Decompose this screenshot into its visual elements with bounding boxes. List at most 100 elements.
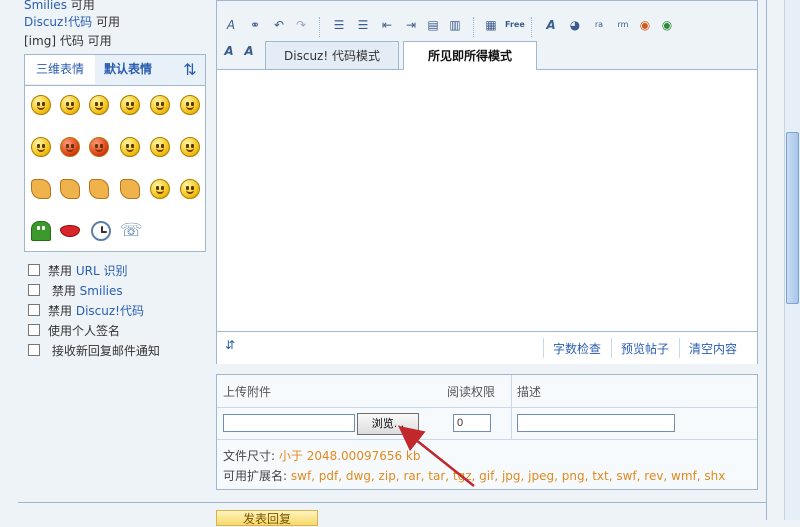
toolbar-divider [473,17,475,37]
ext-value: swf, pdf, dwg, zip, rar, tar, tgz, gif, … [290,469,726,483]
flash-icon[interactable]: ◉ [659,17,675,33]
yawn-icon[interactable] [31,137,51,157]
phone-icon[interactable]: ☏ [120,221,143,241]
editor-content-area[interactable] [217,70,757,330]
real-audio-icon[interactable]: ra [591,17,607,33]
surprised-icon[interactable] [150,137,170,157]
media-player-icon[interactable]: ◉ [637,17,653,33]
table-icon[interactable]: ▦ [483,17,499,33]
option-disable-smilies[interactable]: 禁用 Smilies [28,282,123,299]
extensions-info: 可用扩展名: swf, pdf, dwg, zip, rar, tar, tgz… [223,467,725,484]
checkbox[interactable] [28,264,40,276]
browse-button[interactable]: 浏览... [357,413,419,435]
font-size-icon[interactable]: A [221,43,237,59]
check-length-link[interactable]: 字数检查 [553,340,601,357]
sad-icon[interactable] [60,95,80,115]
font-face-icon[interactable]: A [241,43,257,59]
big-smile-icon[interactable] [180,179,200,199]
laugh-icon[interactable] [120,95,140,115]
option-email-notify[interactable]: 接收新回复邮件通知 [28,342,160,359]
qq-icon[interactable]: ◕ [567,17,583,33]
sweat-icon[interactable] [150,179,170,199]
size-value: 小于 2048.00097656 kb [278,449,421,463]
checkbox[interactable] [28,304,40,316]
person-icon[interactable] [31,221,51,241]
shout-icon[interactable] [89,137,109,157]
post-editor: A ⚭ ↶ ↷ ☰ ☰ ⇤ ⇥ ▤ ▥ ▦ Free A ◕ ra rm ◉ ◉… [216,0,758,364]
toolbar-divider [531,17,533,37]
file-path-input[interactable] [223,414,355,432]
smile-icon[interactable] [31,95,51,115]
angry-icon[interactable] [60,137,80,157]
link-icon[interactable]: ⚭ [247,17,263,33]
smilies-tabs: 三维表情 默认表情 ⇅ [25,55,205,86]
remove-format-icon[interactable]: A [223,17,239,33]
tab-default-smilies[interactable]: 默认表情 [95,55,161,84]
tab-3d-smilies[interactable]: 三维表情 [25,55,96,84]
option-use-signature[interactable]: 使用个人签名 [28,322,120,339]
tab-discuz-code[interactable]: Discuz! 代码模式 [265,41,399,69]
align-right-icon[interactable]: ▥ [447,17,463,33]
checkbox-label: 接收新回复邮件通知 [51,344,160,358]
option-disable-discuz-code[interactable]: 禁用 Discuz!代码 [28,302,144,319]
outdent-icon[interactable]: ⇤ [379,17,395,33]
checkbox-prefix: 禁用 [51,284,76,298]
scrollbar-thumb[interactable] [786,132,799,304]
free-icon[interactable]: Free [505,17,525,33]
victory-hand-icon[interactable] [89,179,109,199]
smilies-available: Smilies 可用 [24,0,95,13]
footer-divider [543,338,544,358]
undo-icon[interactable]: ↶ [271,17,287,33]
ordered-list-icon[interactable]: ☰ [331,17,347,33]
checkbox-prefix: 禁用 [48,304,73,318]
attachment-section: 上传附件 阅读权限 描述 浏览... 文件尺寸: 小于 2048.0009765… [216,374,758,490]
discuz-code-available: Discuz!代码 可用 [24,13,120,30]
size-label: 文件尺寸: [223,449,276,463]
swap-arrows-icon[interactable]: ⇅ [175,55,205,84]
right-frame [766,0,785,520]
real-media-icon[interactable]: rm [615,17,631,33]
bottom-divider [18,502,766,503]
checkbox[interactable] [28,324,40,336]
thumb-up-icon[interactable] [31,179,51,199]
align-left-icon[interactable]: ▤ [425,17,441,33]
checkbox[interactable] [28,344,40,356]
file-size-info: 文件尺寸: 小于 2048.00097656 kb [223,447,421,464]
description-input[interactable] [517,414,675,432]
thumb-down-icon[interactable] [60,179,80,199]
preview-post-link[interactable]: 预览帖子 [621,340,669,357]
discuz-code-link[interactable]: Discuz!代码 [24,15,92,29]
indent-icon[interactable]: ⇥ [403,17,419,33]
discuz-code-available-text: 可用 [95,15,120,29]
checkbox-label: Discuz!代码 [75,304,144,318]
smilies-link[interactable]: Smilies [24,0,67,12]
submit-reply-button[interactable]: 发表回复 [216,510,318,526]
handshake-icon[interactable] [120,179,140,199]
shy-icon[interactable] [180,137,200,157]
grin-icon[interactable] [150,95,170,115]
toolbar-divider [319,17,321,37]
col-description: 描述 [517,385,542,399]
editor-footer: ⇵ 字数检查 预览帖子 清空内容 [217,331,757,364]
img-code-available: [img] 代码 可用 [24,32,112,49]
permission-input[interactable] [453,414,491,432]
cry-icon[interactable] [120,137,140,157]
wink-icon[interactable] [180,95,200,115]
clear-content-link[interactable]: 清空内容 [689,340,737,357]
smilies-available-text: 可用 [70,0,95,12]
tab-wysiwyg[interactable]: 所见即所得模式 [403,41,537,70]
tongue-icon[interactable] [89,95,109,115]
font-color-icon[interactable]: A [543,17,559,33]
footer-divider [679,338,680,358]
resize-handle-icon[interactable]: ⇵ [225,338,235,352]
checkbox-label: 使用个人签名 [48,324,121,338]
col-permission: 阅读权限 [447,385,496,399]
editor-toolbar: A ⚭ ↶ ↷ ☰ ☰ ⇤ ⇥ ▤ ▥ ▦ Free A ◕ ra rm ◉ ◉… [217,1,757,70]
checkbox[interactable] [28,284,40,296]
redo-icon[interactable]: ↷ [293,17,309,33]
unordered-list-icon[interactable]: ☰ [355,17,371,33]
lips-icon[interactable] [60,225,80,237]
option-disable-url[interactable]: 禁用 URL 识别 [28,262,127,279]
clock-icon[interactable] [91,221,111,241]
img-code-available-text: 可用 [87,34,112,48]
